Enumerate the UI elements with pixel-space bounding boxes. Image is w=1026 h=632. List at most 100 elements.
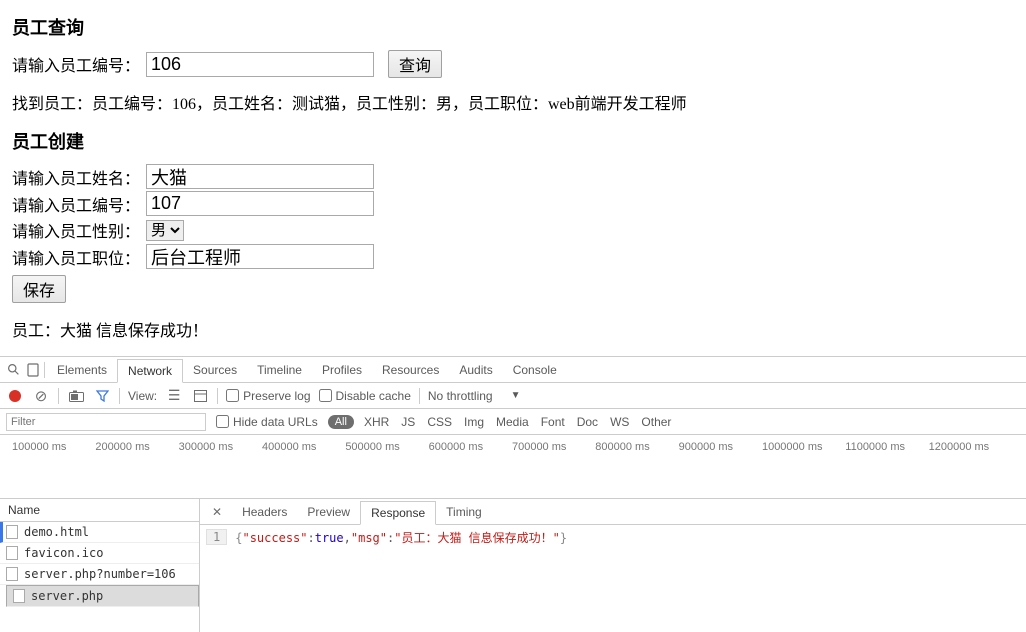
clear-icon[interactable]: ⊘ bbox=[32, 387, 50, 405]
save-result-text: 员工：大猫 信息保存成功！ bbox=[12, 317, 1014, 341]
devtools-tab-profiles[interactable]: Profiles bbox=[312, 359, 372, 381]
request-name: server.php?number=106 bbox=[24, 567, 176, 581]
save-button[interactable]: 保存 bbox=[12, 275, 66, 303]
timeline-tick: 700000 ms bbox=[512, 441, 595, 453]
filter-type-other[interactable]: Other bbox=[641, 415, 671, 429]
query-row: 请输入员工编号： 查询 bbox=[12, 50, 1014, 78]
filter-type-js[interactable]: JS bbox=[401, 415, 415, 429]
detail-tab-timing[interactable]: Timing bbox=[436, 501, 492, 523]
filter-type-font[interactable]: Font bbox=[541, 415, 565, 429]
filter-type-ws[interactable]: WS bbox=[610, 415, 629, 429]
timeline-tick: 100000 ms bbox=[12, 441, 95, 453]
hide-data-urls-input[interactable] bbox=[216, 415, 229, 428]
device-icon[interactable] bbox=[24, 361, 42, 379]
detail-tabs: ✕ HeadersPreviewResponseTiming bbox=[200, 499, 1026, 525]
create-heading: 员工创建 bbox=[12, 128, 1014, 154]
view-label: View: bbox=[128, 389, 157, 403]
timeline-tick: 1000000 ms bbox=[762, 441, 845, 453]
detail-tab-response[interactable]: Response bbox=[360, 501, 436, 525]
filter-type-img[interactable]: Img bbox=[464, 415, 484, 429]
query-button[interactable]: 查询 bbox=[388, 50, 442, 78]
search-icon[interactable] bbox=[4, 361, 22, 379]
line-number: 1 bbox=[206, 529, 227, 545]
timeline-tick: 1200000 ms bbox=[929, 441, 1012, 453]
disable-cache-checkbox[interactable]: Disable cache bbox=[319, 389, 411, 403]
timeline-tick: 600000 ms bbox=[429, 441, 512, 453]
devtools-tab-timeline[interactable]: Timeline bbox=[247, 359, 312, 381]
timeline-tick: 500000 ms bbox=[345, 441, 428, 453]
devtools-tab-console[interactable]: Console bbox=[503, 359, 567, 381]
request-name: demo.html bbox=[24, 525, 89, 539]
network-body: Name demo.html favicon.ico server.php?numb… bbox=[0, 499, 1026, 632]
create-name-label: 请输入员工姓名： bbox=[12, 165, 140, 189]
camera-icon[interactable] bbox=[67, 387, 85, 405]
divider bbox=[58, 388, 59, 404]
response-json: {"success":true,"msg":"员工：大猫 信息保存成功！"} bbox=[235, 529, 567, 546]
filter-all-pill[interactable]: All bbox=[328, 415, 354, 429]
large-view-icon[interactable] bbox=[191, 387, 209, 405]
hide-data-urls-label: Hide data URLs bbox=[233, 415, 318, 429]
devtools-tab-sources[interactable]: Sources bbox=[183, 359, 247, 381]
filter-type-css[interactable]: CSS bbox=[427, 415, 452, 429]
divider bbox=[217, 388, 218, 404]
request-name: server.php bbox=[31, 589, 103, 603]
file-icon bbox=[6, 525, 18, 539]
timeline-tick: 900000 ms bbox=[679, 441, 762, 453]
timeline-tick: 400000 ms bbox=[262, 441, 345, 453]
create-position-input[interactable] bbox=[146, 244, 374, 269]
response-body: 1 {"success":true,"msg":"员工：大猫 信息保存成功！"} bbox=[200, 525, 1026, 632]
disable-cache-input[interactable] bbox=[319, 389, 332, 402]
query-id-input[interactable] bbox=[146, 52, 374, 77]
request-row[interactable]: server.php?number=106 bbox=[0, 564, 199, 585]
file-icon bbox=[6, 567, 18, 581]
close-icon[interactable]: ✕ bbox=[204, 501, 230, 523]
filter-type-doc[interactable]: Doc bbox=[577, 415, 598, 429]
create-gender-select[interactable]: 男 bbox=[146, 220, 184, 241]
create-name-row: 请输入员工姓名： bbox=[12, 164, 1014, 189]
request-row[interactable]: demo.html bbox=[0, 522, 199, 543]
caret-down-icon: ▼ bbox=[511, 390, 521, 401]
timeline-tick: 800000 ms bbox=[595, 441, 678, 453]
file-icon bbox=[6, 546, 18, 560]
create-position-row: 请输入员工职位： bbox=[12, 244, 1014, 269]
detail-tab-preview[interactable]: Preview bbox=[297, 501, 360, 523]
devtools-tab-network[interactable]: Network bbox=[117, 359, 183, 383]
throttling-label: No throttling bbox=[428, 389, 493, 403]
request-list-header[interactable]: Name bbox=[0, 499, 199, 522]
devtools-tab-audits[interactable]: Audits bbox=[449, 359, 502, 381]
filter-icon[interactable] bbox=[93, 387, 111, 405]
devtools-panel: ElementsNetworkSourcesTimelineProfilesRe… bbox=[0, 356, 1026, 632]
filter-type-xhr[interactable]: XHR bbox=[364, 415, 389, 429]
list-view-icon[interactable]: ☰ bbox=[165, 387, 183, 405]
request-list: Name demo.html favicon.ico server.php?numb… bbox=[0, 499, 200, 632]
preserve-log-checkbox[interactable]: Preserve log bbox=[226, 389, 310, 403]
timeline-ruler[interactable]: 100000 ms200000 ms300000 ms400000 ms5000… bbox=[0, 435, 1026, 499]
detail-tab-headers[interactable]: Headers bbox=[232, 501, 297, 523]
create-name-input[interactable] bbox=[146, 164, 374, 189]
query-result-text: 找到员工：员工编号：106，员工姓名：测试猫，员工性别：男，员工职位：web前端… bbox=[12, 90, 1014, 114]
filter-input[interactable] bbox=[6, 413, 206, 431]
record-icon[interactable] bbox=[6, 387, 24, 405]
query-id-label: 请输入员工编号： bbox=[12, 52, 140, 76]
create-id-row: 请输入员工编号： bbox=[12, 191, 1014, 216]
hide-data-urls-checkbox[interactable]: Hide data URLs bbox=[216, 415, 318, 429]
network-toolbar: ⊘ View: ☰ Preserve log Disable cache No … bbox=[0, 383, 1026, 409]
disable-cache-label: Disable cache bbox=[336, 389, 411, 403]
divider bbox=[44, 362, 45, 378]
query-heading: 员工查询 bbox=[12, 14, 1014, 40]
divider bbox=[119, 388, 120, 404]
filter-type-media[interactable]: Media bbox=[496, 415, 529, 429]
preserve-log-label: Preserve log bbox=[243, 389, 310, 403]
devtools-tab-resources[interactable]: Resources bbox=[372, 359, 449, 381]
throttling-select[interactable]: No throttling ▼ bbox=[428, 389, 521, 403]
preserve-log-input[interactable] bbox=[226, 389, 239, 402]
timeline-tick: 200000 ms bbox=[95, 441, 178, 453]
divider bbox=[419, 388, 420, 404]
devtools-tab-elements[interactable]: Elements bbox=[47, 359, 117, 381]
save-row: 保存 bbox=[12, 271, 1014, 303]
request-row[interactable]: server.php bbox=[6, 585, 199, 607]
request-row[interactable]: favicon.ico bbox=[0, 543, 199, 564]
timeline-tick: 300000 ms bbox=[179, 441, 262, 453]
create-id-input[interactable] bbox=[146, 191, 374, 216]
request-name: favicon.ico bbox=[24, 546, 103, 560]
